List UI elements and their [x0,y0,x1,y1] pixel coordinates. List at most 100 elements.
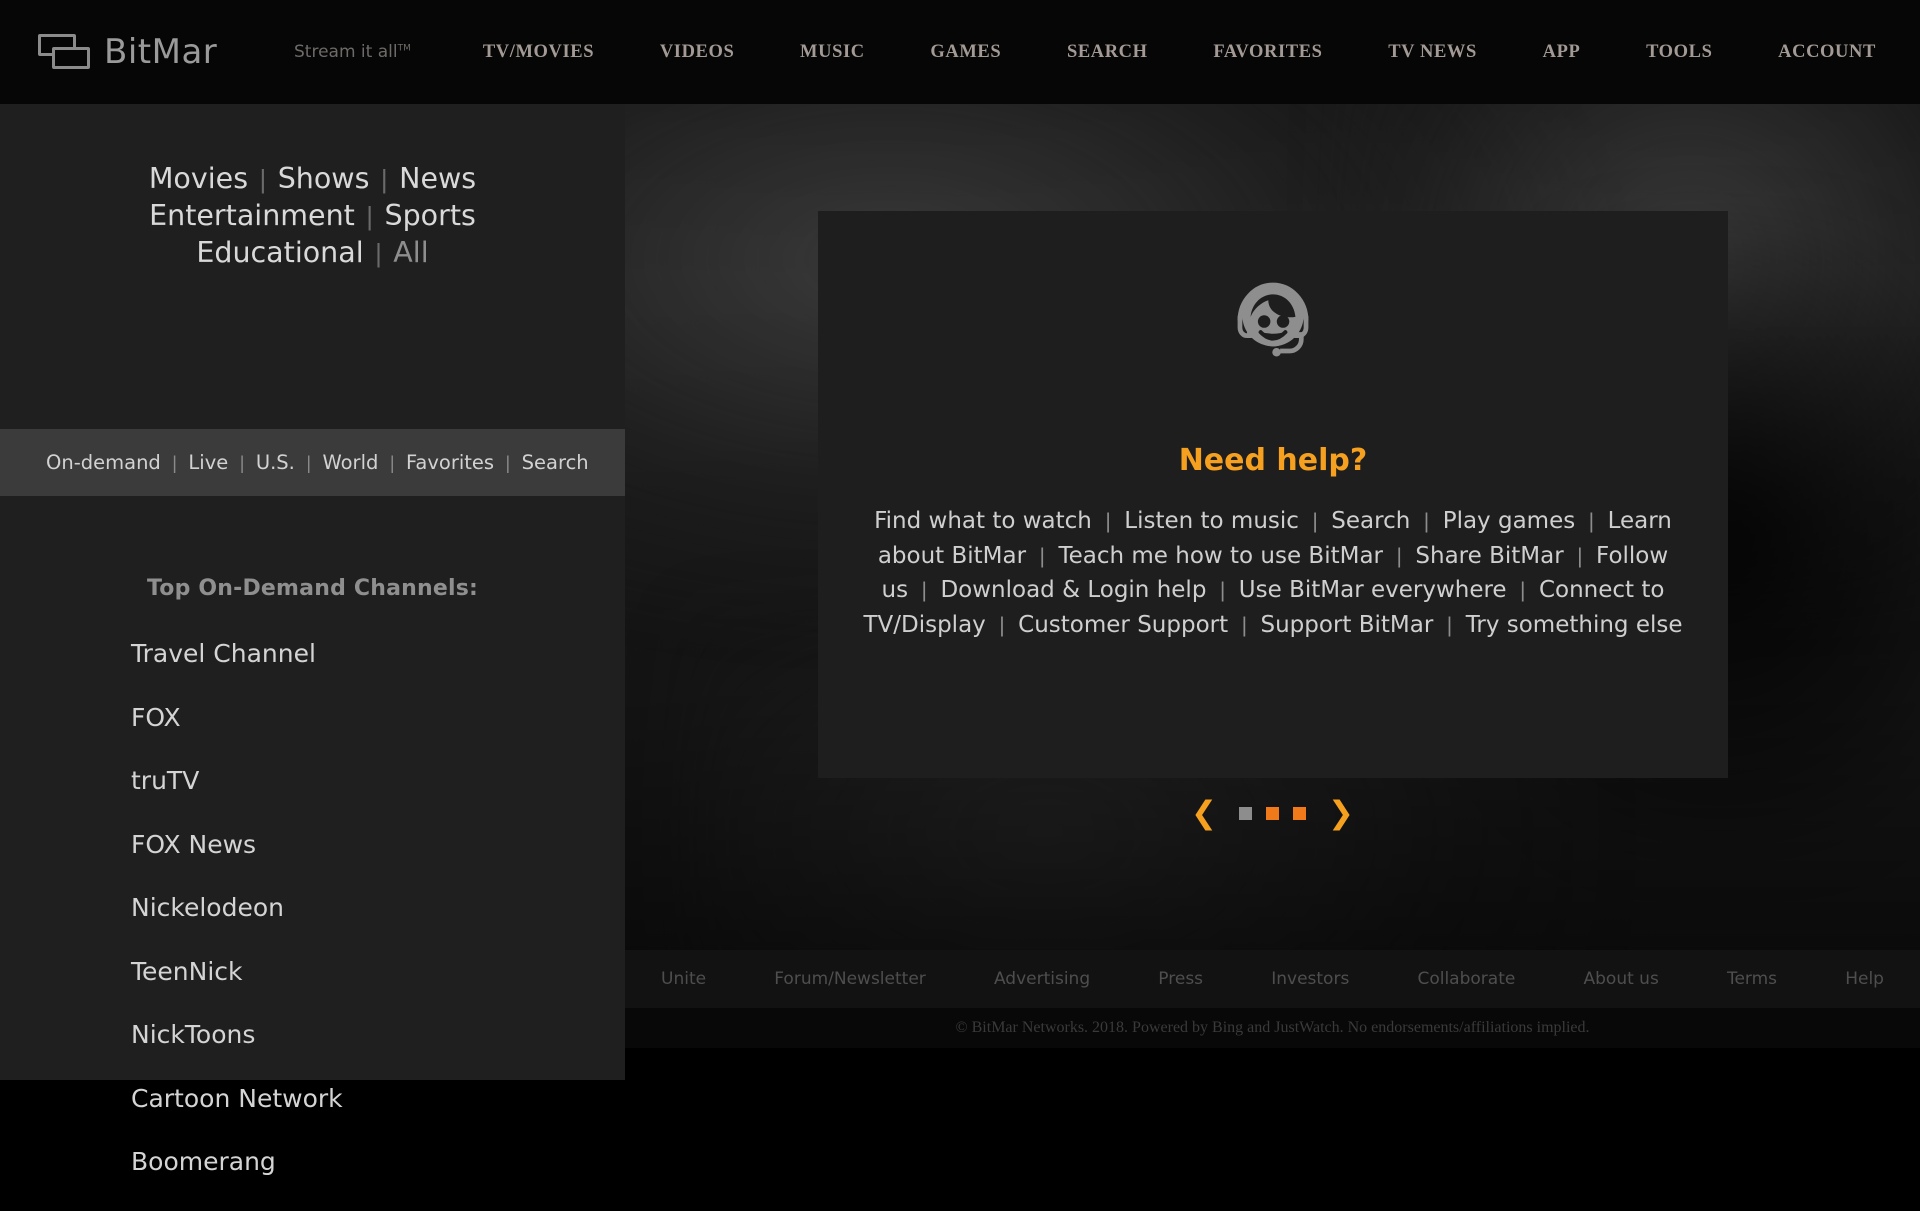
top-navigation-bar: BitMar Stream it allTM TV/MOVIES VIDEOS … [0,0,1920,104]
nav-item-favorites[interactable]: FAVORITES [1213,42,1322,63]
help-link-customer-support[interactable]: Customer Support [1018,612,1228,638]
subnav-item-us[interactable]: U.S. [256,451,295,474]
channel-item[interactable]: TeenNick [131,957,625,986]
footer-link-about-us[interactable]: About us [1584,969,1659,989]
support-agent-headset-icon [1237,282,1309,357]
bottom-strip [625,1048,1920,1080]
channel-item[interactable]: truTV [131,766,625,795]
footer-link-terms[interactable]: Terms [1727,969,1777,989]
channel-list: Travel Channel FOX truTV FOX News Nickel… [0,639,625,1176]
chevron-right-icon[interactable]: ❯ [1320,797,1362,829]
channel-item[interactable]: Cartoon Network [131,1084,625,1113]
help-link-play-games[interactable]: Play games [1443,508,1576,534]
separator: | [1219,579,1226,602]
category-link-entertainment[interactable]: Entertainment [149,199,355,232]
footer-links: Unite Forum/Newsletter Advertising Press… [625,950,1920,1008]
separator: | [1588,510,1595,533]
subnav-item-favorites[interactable]: Favorites [406,451,494,474]
category-link-sports[interactable]: Sports [384,199,475,232]
nav-item-videos[interactable]: VIDEOS [660,42,735,63]
separator: | [1520,579,1526,602]
separator: | [366,201,374,232]
separator: | [1577,544,1583,568]
separator: | [239,453,245,473]
nav-item-tv-news[interactable]: TV NEWS [1388,42,1477,63]
help-link-support-bitmar[interactable]: Support BitMar [1261,612,1434,638]
carousel-dot[interactable] [1293,806,1306,820]
channel-item[interactable]: FOX [131,703,625,732]
nav-item-app[interactable]: APP [1543,42,1581,63]
bitmar-rectangles-logo-icon [38,32,90,72]
separator: | [1105,510,1111,533]
separator: | [1423,510,1430,533]
separator: | [1396,544,1402,568]
nav-item-music[interactable]: MUSIC [800,42,865,63]
brand-name: BitMar [104,32,218,72]
help-link-download-login-help[interactable]: Download & Login help [940,577,1206,603]
separator: | [1446,613,1453,637]
help-link-use-bitmar-everywhere[interactable]: Use BitMar everywhere [1239,577,1507,603]
category-links: Movies | Shows | News Entertainment | Sp… [0,104,625,271]
nav-item-tools[interactable]: TOOLS [1646,42,1712,63]
top-channels-section: Top On-Demand Channels: Travel Channel F… [0,496,625,1211]
separator: | [921,579,927,602]
subnav-item-on-demand[interactable]: On-demand [46,451,161,474]
tagline-text: Stream it all [294,42,398,62]
help-link-search[interactable]: Search [1331,508,1410,534]
separator: | [380,164,388,194]
copyright-notice: © BitMar Networks. 2018. Powered by Bing… [625,1008,1920,1048]
sidebar-subnav: On-demand | Live | U.S. | World | Favori… [0,429,625,496]
carousel-dot[interactable] [1239,806,1252,820]
help-link-listen-to-music[interactable]: Listen to music [1124,508,1299,534]
brand-tagline: Stream it allTM [294,42,411,62]
help-link-find-what-to-watch[interactable]: Find what to watch [874,508,1092,534]
footer-link-unite[interactable]: Unite [661,969,706,989]
subnav-item-search[interactable]: Search [522,451,589,474]
separator: | [1312,510,1318,533]
separator: | [375,238,382,269]
nav-item-search[interactable]: SEARCH [1067,42,1148,63]
footer-link-collaborate[interactable]: Collaborate [1417,969,1515,989]
help-links: Find what to watch | Listen to music | S… [863,504,1683,642]
nav-item-tv-movies[interactable]: TV/MOVIES [483,42,594,63]
help-panel: Need help? Find what to watch | Listen t… [818,211,1728,778]
help-link-try-something-else[interactable]: Try something else [1466,612,1683,638]
chevron-left-icon[interactable]: ❮ [1183,797,1225,829]
separator: | [999,613,1005,637]
category-link-movies[interactable]: Movies [149,162,248,195]
category-link-educational[interactable]: Educational [196,236,363,269]
nav-item-account[interactable]: ACCOUNT [1778,42,1876,63]
footer-link-advertising[interactable]: Advertising [994,969,1090,989]
separator: | [1039,544,1045,568]
category-link-news[interactable]: News [399,162,476,195]
footer-link-help[interactable]: Help [1845,969,1884,989]
channel-item[interactable]: Travel Channel [131,639,625,668]
footer-link-investors[interactable]: Investors [1271,969,1349,989]
sidebar: Movies | Shows | News Entertainment | Sp… [0,104,625,1176]
separator: | [389,453,395,473]
carousel-controls: ❮ ❯ [625,778,1920,848]
separator: | [1241,613,1248,637]
carousel-dot[interactable] [1266,806,1279,820]
help-panel-title: Need help? [1178,443,1368,478]
channel-item[interactable]: NickToons [131,1020,625,1049]
nav-item-games[interactable]: GAMES [930,42,1001,63]
footer-link-press[interactable]: Press [1158,969,1203,989]
category-link-shows[interactable]: Shows [278,162,370,195]
subnav-item-live[interactable]: Live [188,451,228,474]
help-link-teach-me-how-to-use-bitmar[interactable]: Teach me how to use BitMar [1058,543,1383,569]
subnav-item-world[interactable]: World [322,451,378,474]
top-nav-items: TV/MOVIES VIDEOS MUSIC GAMES SEARCH FAVO… [483,42,1876,63]
channel-item[interactable]: FOX News [131,830,625,859]
footer-link-forum-newsletter[interactable]: Forum/Newsletter [774,969,926,989]
separator: | [306,453,312,473]
separator: | [505,453,511,473]
channel-item[interactable]: Boomerang [131,1147,625,1176]
separator: | [172,453,177,473]
channel-item[interactable]: Nickelodeon [131,893,625,922]
brand-logo[interactable]: BitMar [38,32,248,72]
help-link-share-bitmar[interactable]: Share BitMar [1415,543,1563,569]
channels-section-title: Top On-Demand Channels: [146,576,479,601]
category-link-all[interactable]: All [393,236,428,269]
tagline-trademark: TM [397,43,411,54]
